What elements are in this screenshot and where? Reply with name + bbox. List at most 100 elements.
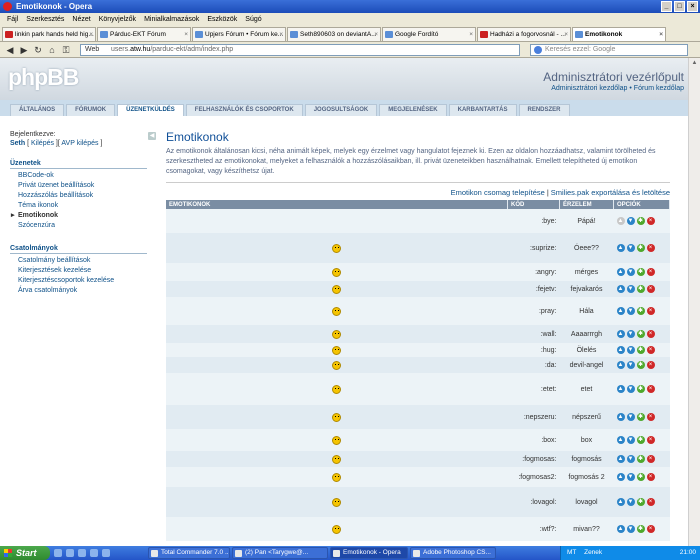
- move-down-icon[interactable]: ▼: [626, 244, 635, 252]
- sidebar-item-sec1-5[interactable]: Szócenzúra: [10, 221, 147, 231]
- sidebar-item-sec1-1[interactable]: Privát üzenet beállítások: [10, 181, 147, 191]
- move-down-icon[interactable]: ▼: [626, 285, 635, 293]
- move-up-icon[interactable]: ▲: [616, 473, 625, 481]
- acp-tab-0[interactable]: Általános: [10, 104, 65, 116]
- install-package-link[interactable]: Emotikon csomag telepítése: [451, 188, 545, 197]
- acp-tab-7[interactable]: Rendszer: [518, 104, 570, 116]
- address-bar[interactable]: Web users.atw.hu/parduc-ekt/adm/index.ph…: [80, 44, 520, 56]
- browser-tab-5[interactable]: Hadházi a fogorvosnál - ... ×: [477, 27, 571, 41]
- edit-gear-icon[interactable]: ✱: [636, 385, 645, 393]
- edit-gear-icon[interactable]: ✱: [636, 436, 645, 444]
- quicklaunch-media-icon[interactable]: [78, 549, 86, 557]
- forum-index-link[interactable]: Fórum kezdőlap: [634, 85, 684, 92]
- move-down-icon[interactable]: ▼: [626, 346, 635, 354]
- sidebar-item-sec1-4[interactable]: Emotikonok: [10, 211, 147, 221]
- quicklaunch-browser-icon[interactable]: [66, 549, 74, 557]
- back-icon[interactable]: ◀: [4, 44, 16, 56]
- tab-close-icon[interactable]: ×: [184, 28, 188, 41]
- move-down-icon[interactable]: ▼: [626, 217, 635, 225]
- move-down-icon[interactable]: ▼: [626, 436, 635, 444]
- browser-tab-4[interactable]: Google Fordító ×: [382, 27, 476, 41]
- quicklaunch-folder-icon[interactable]: [90, 549, 98, 557]
- delete-icon[interactable]: ×: [646, 436, 655, 444]
- move-down-icon[interactable]: ▼: [626, 330, 635, 338]
- move-up-icon[interactable]: ▲: [616, 307, 625, 315]
- move-down-icon[interactable]: ▼: [626, 268, 635, 276]
- delete-icon[interactable]: ×: [646, 498, 655, 506]
- move-down-icon[interactable]: ▼: [626, 525, 635, 533]
- move-down-icon[interactable]: ▼: [626, 385, 635, 393]
- move-down-icon[interactable]: ▼: [626, 455, 635, 463]
- move-up-icon[interactable]: ▲: [616, 436, 625, 444]
- scroll-up-icon[interactable]: ▲: [689, 58, 700, 68]
- menu-item-4[interactable]: Minialkalmazások: [140, 13, 203, 26]
- edit-gear-icon[interactable]: ✱: [636, 413, 645, 421]
- taskbar-button-2[interactable]: Emotikonok - Opera: [330, 547, 408, 559]
- sidebar-item-sec2-1[interactable]: Kiterjesztések kezelése: [10, 266, 147, 276]
- username[interactable]: Seth: [10, 140, 25, 147]
- menu-item-1[interactable]: Szerkesztés: [22, 13, 68, 26]
- quicklaunch-desktop-icon[interactable]: [54, 549, 62, 557]
- admin-index-link[interactable]: Adminisztrátori kezdőlap: [551, 85, 627, 92]
- delete-icon[interactable]: ×: [646, 268, 655, 276]
- menu-item-3[interactable]: Könyvjelzők: [95, 13, 140, 26]
- close-window-button[interactable]: ×: [687, 1, 698, 12]
- delete-icon[interactable]: ×: [646, 413, 655, 421]
- acp-tab-3[interactable]: Felhasználók és csoportok: [185, 104, 303, 116]
- delete-icon[interactable]: ×: [646, 217, 655, 225]
- tab-close-icon[interactable]: ×: [469, 28, 473, 41]
- browser-tab-3[interactable]: Seth890603 on deviantA... ×: [287, 27, 381, 41]
- move-up-icon[interactable]: ▲: [616, 413, 625, 421]
- edit-gear-icon[interactable]: ✱: [636, 330, 645, 338]
- start-button[interactable]: Start: [0, 546, 50, 560]
- edit-gear-icon[interactable]: ✱: [636, 217, 645, 225]
- sidebar-item-sec2-3[interactable]: Árva csatolmányok: [10, 286, 147, 296]
- tab-close-icon[interactable]: ×: [89, 28, 93, 41]
- tab-close-icon[interactable]: ×: [279, 28, 283, 41]
- delete-icon[interactable]: ×: [646, 346, 655, 354]
- delete-icon[interactable]: ×: [646, 361, 655, 369]
- edit-gear-icon[interactable]: ✱: [636, 361, 645, 369]
- move-up-icon[interactable]: ▲: [616, 330, 625, 338]
- delete-icon[interactable]: ×: [646, 385, 655, 393]
- edit-gear-icon[interactable]: ✱: [636, 244, 645, 252]
- move-down-icon[interactable]: ▼: [626, 473, 635, 481]
- menu-item-6[interactable]: Súgó: [241, 13, 265, 26]
- browser-tab-2[interactable]: Upjers Fórum • Fórum ke... ×: [192, 27, 286, 41]
- vertical-scrollbar[interactable]: ▲: [688, 58, 700, 546]
- reload-icon[interactable]: ↻: [32, 44, 44, 56]
- acp-tab-4[interactable]: Jogosultságok: [304, 104, 378, 116]
- delete-icon[interactable]: ×: [646, 330, 655, 338]
- move-up-icon[interactable]: ▲: [616, 455, 625, 463]
- forward-icon[interactable]: ▶: [18, 44, 30, 56]
- delete-icon[interactable]: ×: [646, 307, 655, 315]
- search-field[interactable]: Keresés ezzel: Google: [530, 44, 688, 56]
- move-up-icon[interactable]: ▲: [616, 525, 625, 533]
- move-down-icon[interactable]: ▼: [626, 413, 635, 421]
- collapse-icon[interactable]: ◀: [148, 132, 156, 140]
- sidebar-item-sec1-2[interactable]: Hozzászólás beállítások: [10, 191, 147, 201]
- delete-icon[interactable]: ×: [646, 455, 655, 463]
- sidebar-item-sec2-2[interactable]: Kiterjesztéscsoportok kezelése: [10, 276, 147, 286]
- delete-icon[interactable]: ×: [646, 285, 655, 293]
- move-up-icon[interactable]: ▲: [616, 244, 625, 252]
- avp-logout-link[interactable]: AVP kilépés: [61, 140, 98, 147]
- taskbar-button-1[interactable]: (2) Pan <Tarygwe@...: [232, 547, 328, 559]
- delete-icon[interactable]: ×: [646, 525, 655, 533]
- edit-gear-icon[interactable]: ✱: [636, 473, 645, 481]
- maximize-button[interactable]: □: [674, 1, 685, 12]
- acp-tab-1[interactable]: Fórumok: [66, 104, 116, 116]
- sidebar-item-sec1-3[interactable]: Téma ikonok: [10, 201, 147, 211]
- tab-close-icon[interactable]: ×: [564, 28, 568, 41]
- delete-icon[interactable]: ×: [646, 244, 655, 252]
- move-down-icon[interactable]: ▼: [626, 361, 635, 369]
- tab-close-icon[interactable]: ×: [659, 28, 663, 41]
- move-up-icon[interactable]: ▲: [616, 385, 625, 393]
- edit-gear-icon[interactable]: ✱: [636, 455, 645, 463]
- move-down-icon[interactable]: ▼: [626, 498, 635, 506]
- home-icon[interactable]: ⌂: [46, 44, 58, 56]
- quicklaunch-opera-icon[interactable]: [102, 549, 110, 557]
- move-up-icon[interactable]: ▲: [616, 498, 625, 506]
- move-up-icon[interactable]: ▲: [616, 361, 625, 369]
- menu-item-0[interactable]: Fájl: [3, 13, 22, 26]
